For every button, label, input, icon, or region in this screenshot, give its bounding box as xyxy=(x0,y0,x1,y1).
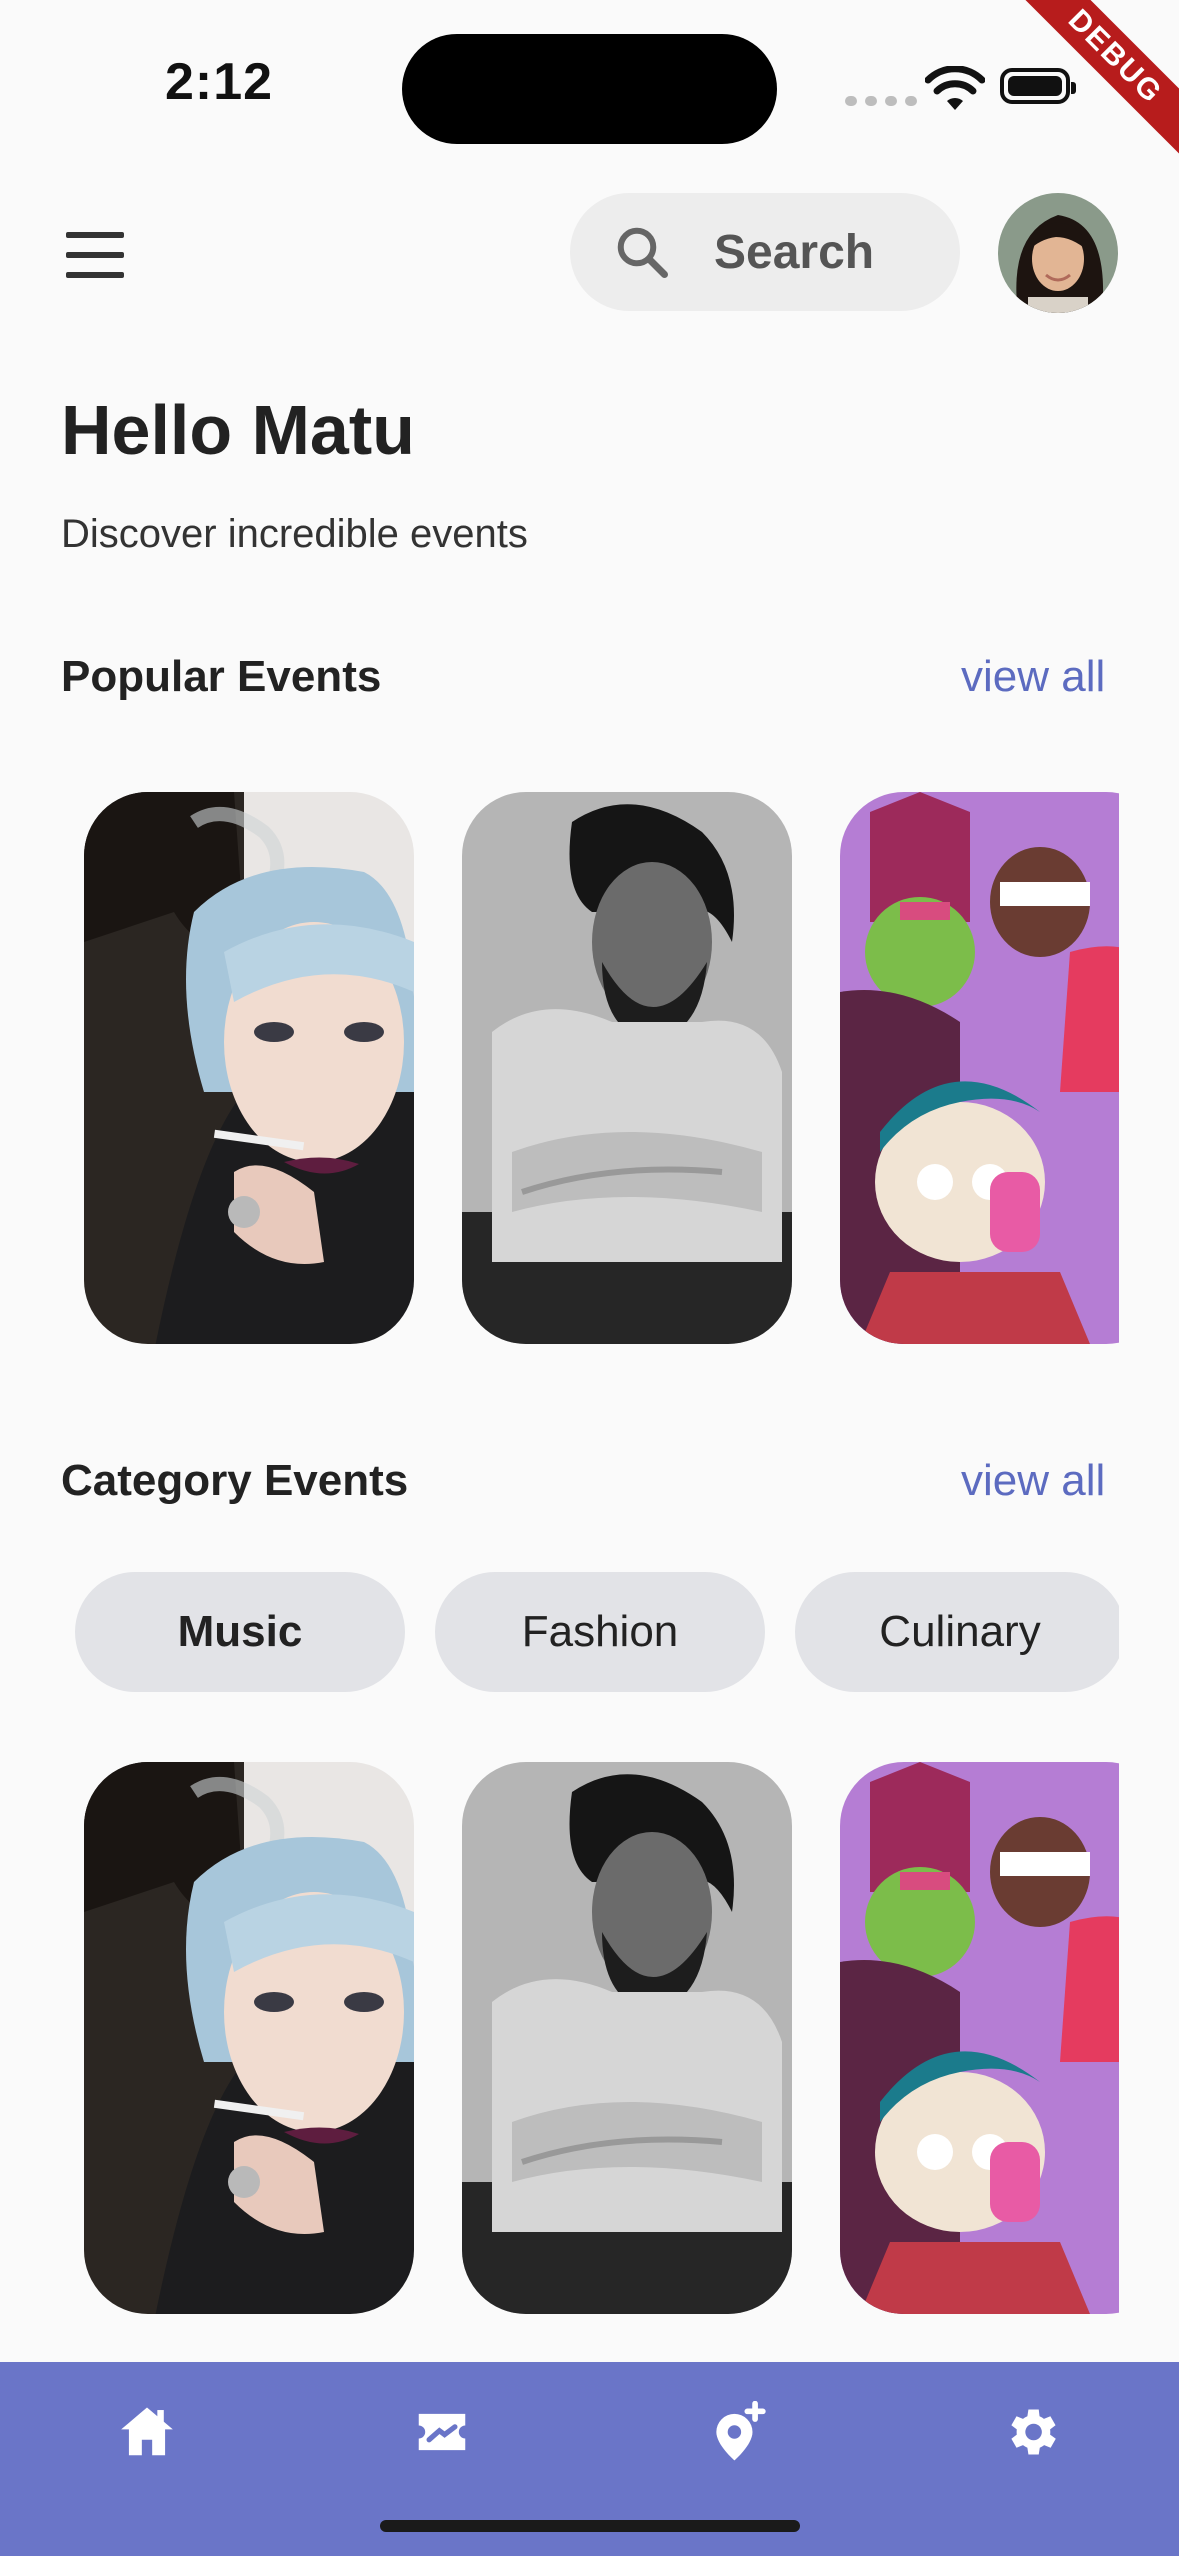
ticket-icon xyxy=(418,2413,466,2451)
category-event-card[interactable] xyxy=(840,1762,1119,2314)
home-indicator xyxy=(380,2520,800,2532)
nav-add-location[interactable] xyxy=(682,2392,792,2472)
home-icon xyxy=(121,2407,173,2456)
category-event-card[interactable] xyxy=(462,1762,792,2314)
add-location-icon xyxy=(716,2401,766,2461)
settings-icon xyxy=(1011,2409,1056,2455)
category-events-carousel xyxy=(0,0,1119,2556)
category-event-card[interactable] xyxy=(84,1762,414,2314)
nav-settings[interactable] xyxy=(976,2392,1086,2472)
nav-home[interactable] xyxy=(92,2392,202,2472)
nav-tickets[interactable] xyxy=(387,2392,497,2472)
